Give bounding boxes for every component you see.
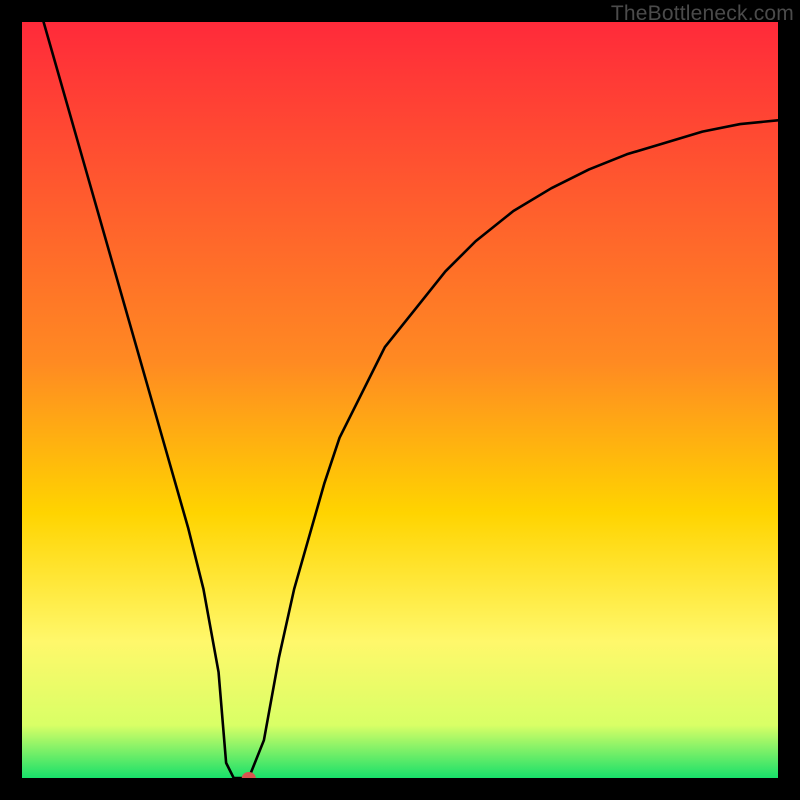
chart-plot <box>22 22 778 778</box>
chart-frame <box>22 22 778 778</box>
gradient-background <box>22 22 778 778</box>
watermark-text: TheBottleneck.com <box>611 2 794 26</box>
